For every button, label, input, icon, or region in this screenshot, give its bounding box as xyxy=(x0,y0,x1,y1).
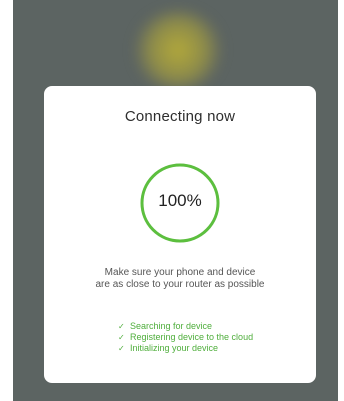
check-icon: ✓ xyxy=(118,333,125,342)
step-initializing: ✓ Initializing your device xyxy=(118,343,253,354)
device-light-glow xyxy=(133,10,223,90)
connection-steps-list: ✓ Searching for device ✓ Registering dev… xyxy=(118,321,253,354)
step-searching: ✓ Searching for device xyxy=(118,321,253,332)
step-label: Searching for device xyxy=(130,321,213,331)
proximity-instruction: Make sure your phone and device are as c… xyxy=(44,267,316,291)
connecting-dialog: Connecting now 100% Make sure your phone… xyxy=(44,86,316,383)
step-label: Initializing your device xyxy=(130,343,219,353)
app-screen: Connecting now 100% Make sure your phone… xyxy=(13,0,338,401)
progress-percentage: 100% xyxy=(158,191,202,210)
dialog-title: Connecting now xyxy=(124,108,236,125)
step-registering: ✓ Registering device to the cloud xyxy=(118,332,253,343)
check-icon: ✓ xyxy=(118,322,125,331)
step-label: Registering device to the cloud xyxy=(130,332,254,342)
instruction-line-1: Make sure your phone and device xyxy=(104,267,256,278)
instruction-line-2: are as close to your router as possible xyxy=(95,279,265,290)
check-icon: ✓ xyxy=(118,344,125,353)
progress-ring: 100% xyxy=(139,162,221,244)
